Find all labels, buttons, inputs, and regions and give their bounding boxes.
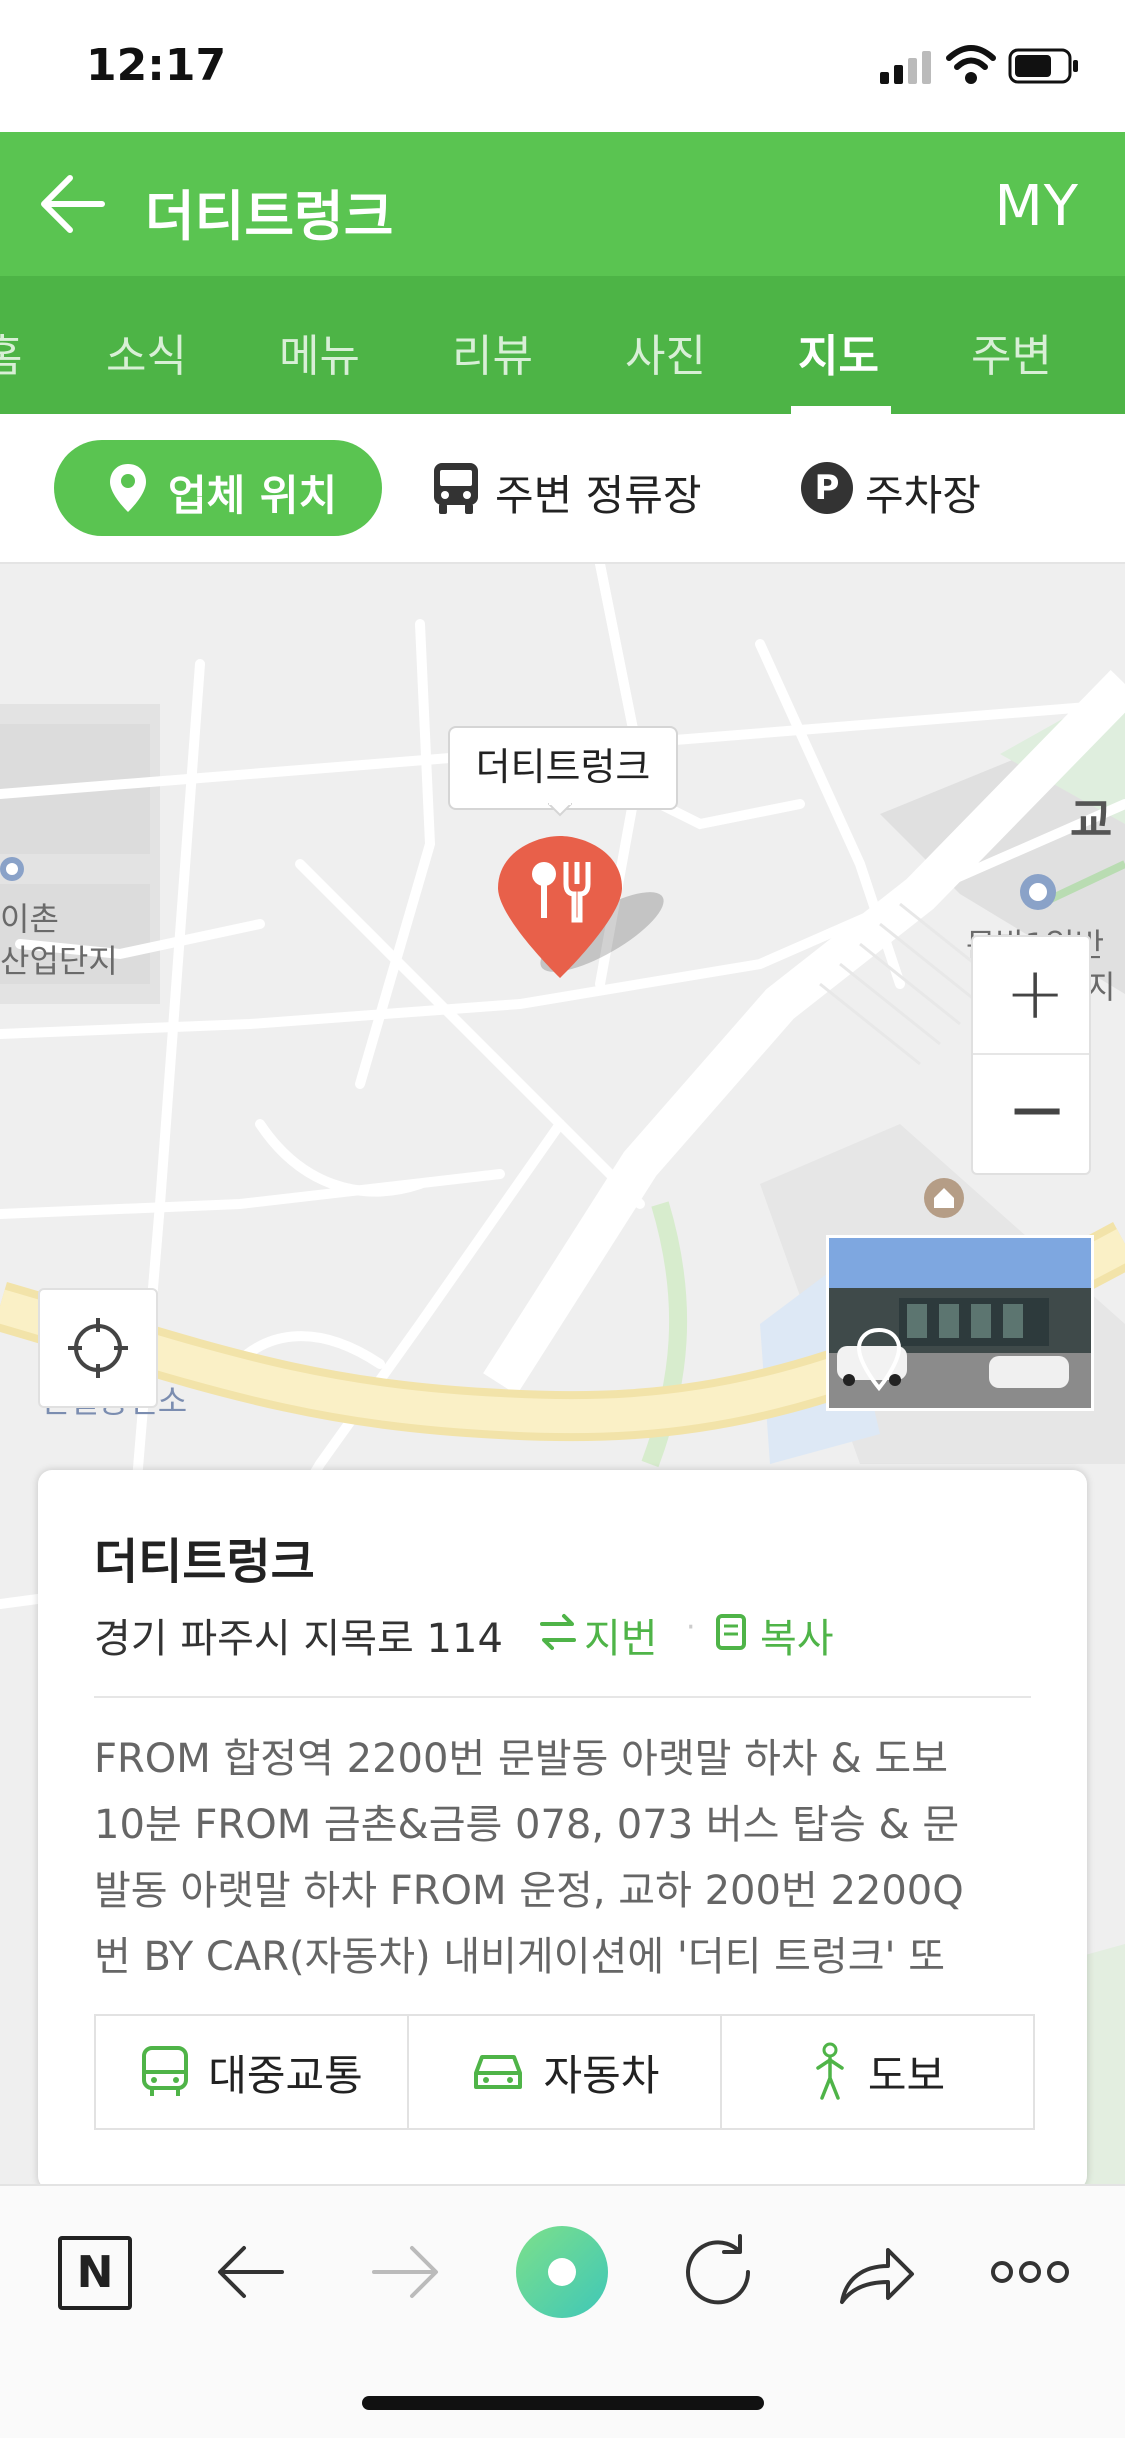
minus-icon: − [1007,1067,1068,1151]
card-divider [94,1696,1031,1698]
tab-nearby[interactable]: 주변 [971,320,1052,384]
status-time: 12:17 [86,40,227,91]
walk-button[interactable]: 도보 [722,2016,1033,2128]
transport-options: 대중교통 자동차 도보 [94,2014,1035,2130]
poi-left-label-1: 이촌 [0,900,59,938]
tab-news[interactable]: 소식 [106,320,187,384]
bus-stop-filter-label: 주변 정류장 [495,471,702,520]
wifi-icon [946,45,996,84]
copy-icon [716,1614,746,1650]
browser-back-icon[interactable] [200,2222,300,2322]
separator-dot: · [686,1610,696,1645]
transit-button[interactable]: 대중교통 [96,2016,409,2128]
parking-icon: P [801,462,853,514]
back-arrow-icon[interactable] [38,172,108,236]
plus-icon: + [1005,951,1066,1035]
directions-description: FROM 합정역 2200번 문발동 아랫말 하차 & 도보 10분 FROM … [94,1736,964,1980]
my-button[interactable]: MY [994,174,1079,239]
transit-icon [142,2046,189,2096]
zoom-controls: + − [971,935,1091,1175]
naver-logo-icon: N [58,2236,132,2310]
tab-review[interactable]: 리뷰 [452,320,533,384]
tab-home[interactable]: 홈 [0,320,22,384]
browser-forward-icon[interactable] [356,2222,456,2322]
current-location-button[interactable] [38,1288,158,1408]
bus-icon [434,463,478,514]
place-info-card: 더티트렁크 경기 파주시 지목로 114 지번 · 복사 FROM 합정역 22… [38,1470,1087,2190]
parking-filter-label: 주차장 [865,471,981,520]
walk-icon [816,2042,844,2100]
tab-menu[interactable]: 메뉴 [279,320,360,384]
share-icon[interactable] [824,2222,924,2322]
car-label: 자동차 [543,2050,660,2100]
green-dot-button-icon[interactable] [512,2222,612,2322]
poi-left-icon [0,857,24,881]
crosshair-icon [68,1318,128,1378]
page-title: 더티트렁크 [145,185,394,248]
car-button[interactable]: 자동차 [409,2016,722,2128]
tab-photo[interactable]: 사진 [625,320,706,384]
poi-right-label-1: 교 [1070,793,1113,847]
pin-icon [110,464,146,512]
more-icon[interactable] [980,2222,1080,2322]
street-view-photo [829,1238,1091,1408]
bus-stop-filter-button[interactable]: 주변 정류장 [425,440,745,536]
header: 더티트렁크 MY [0,132,1125,276]
place-address: 경기 파주시 지목로 114 [94,1616,503,1662]
transit-label: 대중교통 [208,2050,363,2100]
location-filter-button[interactable]: 업체 위치 [54,440,382,536]
parking-filter-button[interactable]: P 주차장 [795,440,1015,536]
marker-label-pointer [548,803,572,817]
place-name: 더티트렁크 [94,1534,315,1590]
car-icon [473,2055,522,2089]
building-poi-icon [924,1178,964,1218]
signal-icon [880,51,931,84]
zoom-out-button[interactable]: − [973,1055,1089,1171]
street-view-thumbnail[interactable] [826,1235,1094,1411]
location-filter-label: 업체 위치 [168,471,338,520]
walk-label: 도보 [867,2050,946,2100]
tab-bar: 홈 소식 메뉴 리뷰 사진 지도 주변 [0,276,1125,414]
jibun-label: 지번 [584,1616,658,1662]
refresh-icon[interactable] [668,2222,768,2322]
zoom-in-button[interactable]: + [973,937,1089,1055]
poi-left-label-2: 산업단지 [0,942,118,980]
swap-icon [540,1614,576,1650]
tab-map[interactable]: 지도 [798,320,879,384]
naver-home-button[interactable]: N [44,2222,144,2322]
marker-label: 더티트렁크 [448,726,678,810]
active-tab-indicator [791,406,891,414]
status-bar: 12:17 [0,0,1125,132]
poi-right-icon [1020,874,1056,910]
copy-label: 복사 [760,1616,834,1662]
restaurant-marker-icon[interactable] [492,832,692,992]
home-indicator [362,2396,764,2410]
battery-icon [1008,48,1078,84]
